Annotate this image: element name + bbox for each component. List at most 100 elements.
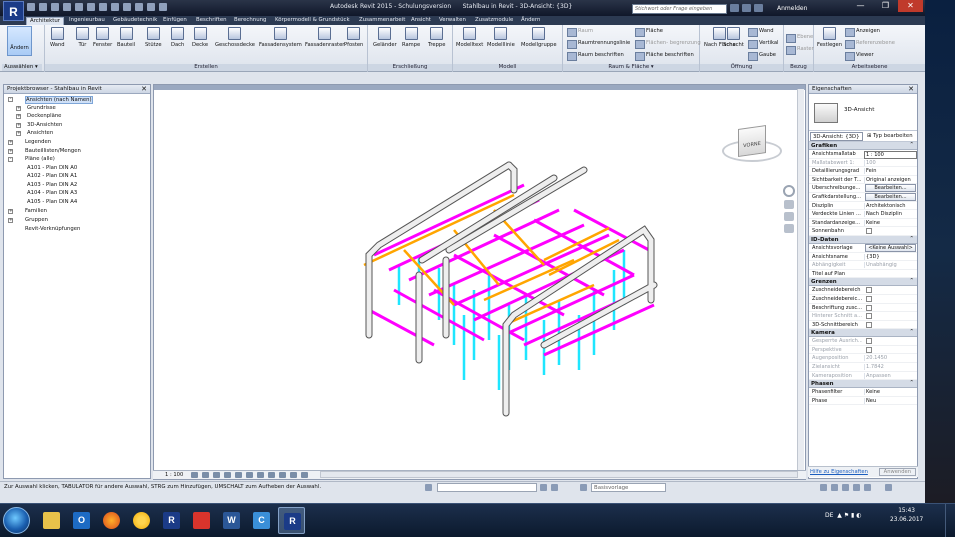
tab-gebaeudetechnik[interactable]: Gebäudetechnik bbox=[110, 17, 160, 25]
column-button[interactable]: Stütze bbox=[145, 27, 162, 48]
group-grenzen[interactable]: Grenzen ⌃ bbox=[809, 278, 917, 287]
print-icon[interactable] bbox=[75, 3, 83, 11]
taskbar-firefox[interactable] bbox=[98, 507, 125, 534]
language-indicator[interactable]: DE bbox=[825, 512, 833, 519]
prop-value[interactable]: Original anzeigen bbox=[864, 176, 917, 183]
reveal-hidden-icon[interactable] bbox=[290, 472, 297, 478]
type-selector-preview[interactable]: 3D-Ansicht bbox=[809, 94, 917, 131]
tab-einfuegen[interactable]: Einfügen bbox=[160, 17, 190, 25]
tab-zusammenarbeit[interactable]: Zusammenarbeit bbox=[356, 17, 408, 25]
search-input[interactable]: Stichwort oder Frage eingeben bbox=[632, 4, 727, 14]
tree-ceiling-plans[interactable]: Deckenpläne bbox=[27, 113, 61, 119]
vertical-opening-button[interactable]: Vertikal bbox=[748, 40, 778, 49]
lock-view-icon[interactable] bbox=[268, 472, 275, 478]
tag-area-button[interactable]: Fläche beschriften bbox=[635, 52, 694, 61]
view-vertical-scrollbar[interactable] bbox=[797, 89, 804, 470]
filter-icon[interactable] bbox=[885, 484, 892, 491]
edit-button[interactable]: Bearbeiten... bbox=[865, 184, 916, 193]
prop-value[interactable]: Keine bbox=[864, 389, 917, 396]
ceiling-button[interactable]: Decke bbox=[192, 27, 208, 48]
view-horizontal-scrollbar[interactable] bbox=[320, 471, 798, 478]
prop-hidden-lines[interactable]: Verdeckte Linien ... Nach Disziplin bbox=[809, 210, 917, 219]
curtain-grid-button[interactable]: Fassadenraster bbox=[305, 27, 344, 48]
ref-plane-button[interactable]: Referenzebene bbox=[845, 40, 895, 49]
prop-crop-view[interactable]: Zuschneidebereich bbox=[809, 286, 917, 295]
collapse-icon[interactable]: - bbox=[8, 97, 13, 102]
edit-type-button[interactable]: ⊞ Typ bearbeiten bbox=[867, 133, 913, 139]
prop-discipline[interactable]: Disziplin Architektonisch bbox=[809, 202, 917, 211]
shadows-icon[interactable] bbox=[224, 472, 231, 478]
expand-icon[interactable]: + bbox=[8, 149, 13, 154]
room-separator-button[interactable]: Raumtrennungslinie bbox=[567, 40, 630, 49]
apply-button[interactable]: Anwenden bbox=[878, 468, 916, 476]
prop-sun-path[interactable]: Sonnenbahn bbox=[809, 227, 917, 236]
area-button[interactable]: Fläche bbox=[635, 28, 663, 37]
tree-3d-views[interactable]: 3D-Ansichten bbox=[27, 122, 62, 128]
set-workplane-button[interactable]: Festlegen bbox=[817, 27, 842, 48]
expand-icon[interactable]: + bbox=[8, 218, 13, 223]
tree-views-root[interactable]: Ansichten (nach Namen) bbox=[25, 96, 93, 104]
zero-icon[interactable] bbox=[551, 484, 558, 491]
tree-families[interactable]: Familien bbox=[25, 208, 47, 214]
checkbox[interactable] bbox=[866, 287, 872, 294]
tree-groups[interactable]: Gruppen bbox=[25, 217, 48, 223]
view-template-button[interactable]: <Keine Auswahl> bbox=[865, 243, 916, 252]
tab-aendern[interactable]: Ändern bbox=[518, 17, 543, 25]
editable-only-icon[interactable] bbox=[540, 484, 547, 491]
taskbar-revit-viewer[interactable]: R bbox=[158, 507, 185, 534]
drag-elements-icon[interactable] bbox=[864, 484, 871, 491]
prop-detail-level[interactable]: Detaillierungsgrad Fein bbox=[809, 167, 917, 176]
door-button[interactable]: Tür bbox=[76, 27, 89, 48]
sun-path-icon[interactable] bbox=[213, 472, 220, 478]
tree-revit-links[interactable]: Revit-Verknüpfungen bbox=[25, 226, 80, 232]
select-dropdown[interactable]: Auswählen ▾ bbox=[2, 64, 42, 71]
design-option-selector[interactable]: Basisvorlage bbox=[591, 483, 666, 492]
wall-opening-button[interactable]: Wand bbox=[748, 28, 774, 37]
worksets-icon[interactable] bbox=[425, 484, 432, 491]
thin-lines-icon[interactable] bbox=[147, 3, 155, 11]
prop-value[interactable]: Architektonisch bbox=[864, 202, 917, 209]
expand-icon[interactable]: + bbox=[16, 114, 21, 119]
prop-view-template[interactable]: Ansichtsvorlage <Keine Auswahl> bbox=[809, 243, 917, 253]
checkbox[interactable] bbox=[866, 321, 872, 328]
prop-value[interactable]: {3D} bbox=[864, 253, 917, 260]
group-kamera[interactable]: Kamera ⌃ bbox=[809, 329, 917, 338]
app-menu-button[interactable]: R bbox=[3, 1, 24, 21]
show-crop-icon[interactable] bbox=[257, 472, 264, 478]
taskbar-citrix[interactable]: C bbox=[248, 507, 275, 534]
zoom-icon[interactable] bbox=[784, 212, 794, 221]
prop-value[interactable]: Keine bbox=[864, 219, 917, 226]
save-icon[interactable] bbox=[39, 3, 47, 11]
prop-value[interactable]: Fein bbox=[864, 168, 917, 175]
edit-button[interactable]: Bearbeiten... bbox=[865, 192, 916, 201]
3d-view-icon[interactable] bbox=[123, 3, 131, 11]
text-icon[interactable] bbox=[111, 3, 119, 11]
properties-help-link[interactable]: Hilfe zu Eigenschaften bbox=[810, 469, 868, 475]
prop-title-on-sheet[interactable]: Titel auf Plan bbox=[809, 270, 917, 279]
tab-verwalten[interactable]: Verwalten bbox=[436, 17, 469, 25]
prop-annotation-crop[interactable]: Beschriftung zusc... bbox=[809, 304, 917, 313]
start-button[interactable] bbox=[3, 507, 30, 534]
taskbar-explorer[interactable] bbox=[38, 507, 65, 534]
open-icon[interactable] bbox=[27, 3, 35, 11]
tree-sheets[interactable]: Pläne (alle) bbox=[25, 156, 55, 162]
modify-button[interactable]: Ändern bbox=[7, 26, 32, 56]
grid-button[interactable]: Raster bbox=[786, 46, 814, 55]
taskbar-word[interactable]: W bbox=[218, 507, 245, 534]
select-pinned-icon[interactable] bbox=[842, 484, 849, 491]
login-button[interactable]: Anmelden bbox=[777, 5, 807, 12]
tab-zusatzmodule[interactable]: Zusatzmodule bbox=[472, 17, 516, 25]
checkbox[interactable] bbox=[866, 304, 872, 311]
expand-icon[interactable]: + bbox=[16, 123, 21, 128]
curtain-system-button[interactable]: Fassadensystem bbox=[259, 27, 302, 48]
design-options-icon[interactable] bbox=[580, 484, 587, 491]
undo-icon[interactable] bbox=[51, 3, 59, 11]
prop-default-analysis[interactable]: Standardanzeige... Keine bbox=[809, 219, 917, 228]
close-icon[interactable]: ✕ bbox=[908, 85, 914, 93]
wall-button[interactable]: Wand bbox=[50, 27, 65, 48]
model-text-button[interactable]: Modelltext bbox=[456, 27, 483, 48]
component-button[interactable]: Bauteil bbox=[117, 27, 135, 48]
star-icon[interactable] bbox=[742, 4, 751, 12]
select-by-face-icon[interactable] bbox=[853, 484, 860, 491]
ramp-button[interactable]: Rampe bbox=[402, 27, 420, 48]
